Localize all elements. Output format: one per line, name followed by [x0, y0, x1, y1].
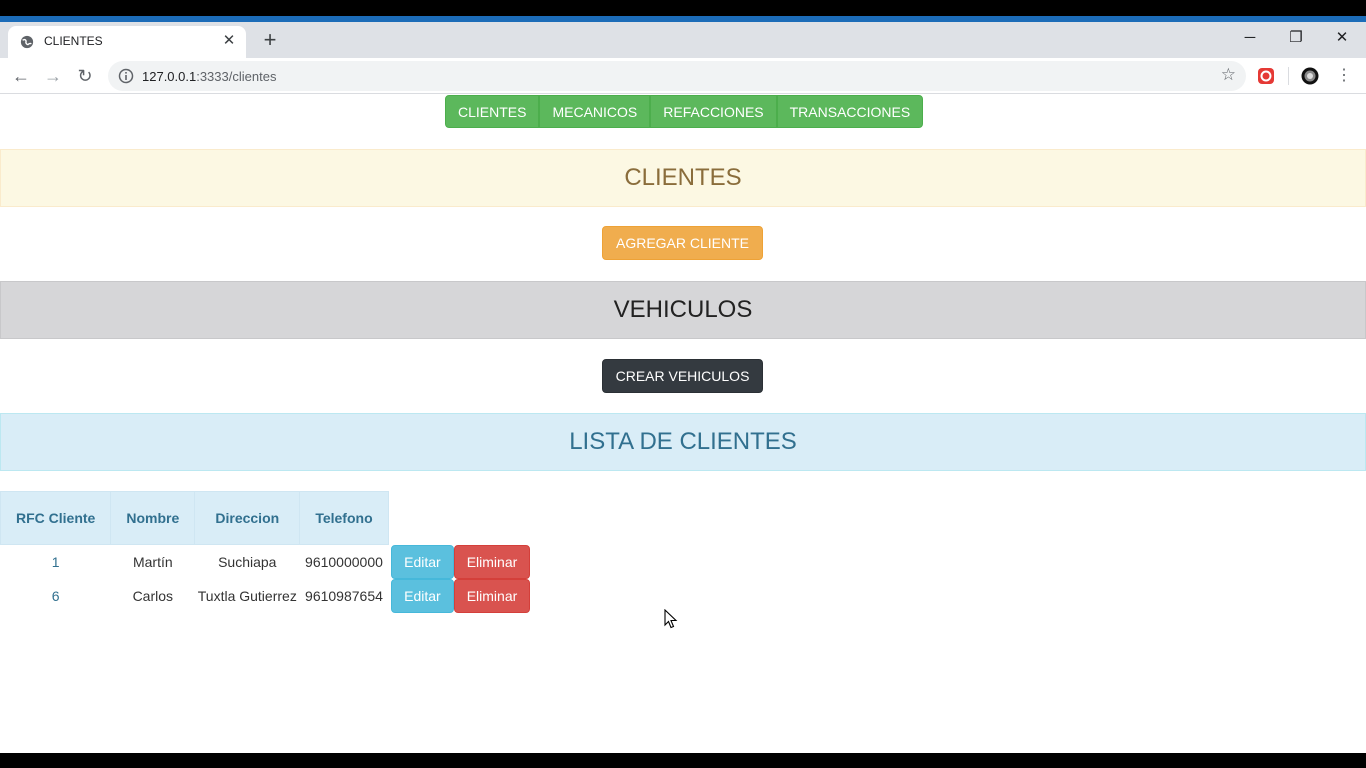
info-icon[interactable] [118, 68, 134, 84]
nav-mecanicos-button[interactable]: MECANICOS [539, 95, 651, 128]
close-window-icon[interactable]: ✕ [1322, 26, 1362, 50]
url-host: 127.0.0.1 [142, 69, 197, 84]
clients-table: RFC Cliente Nombre Direccion Telefono 1 … [0, 491, 534, 613]
create-vehicles-button[interactable]: CREAR VEHICULOS [602, 359, 763, 393]
column-header-direccion: Direccion [194, 491, 301, 545]
extension-icon[interactable] [1257, 67, 1275, 85]
toolbar-divider [1288, 67, 1289, 85]
mouse-cursor-icon [664, 609, 678, 629]
column-header-actions [388, 491, 534, 545]
cell-nombre: Carlos [132, 588, 174, 604]
column-header-nombre: Nombre [110, 491, 196, 545]
browser-tab[interactable]: CLIENTES ✕ [8, 26, 246, 58]
cell-direccion: Tuxtla Gutierrez [197, 588, 297, 604]
nav-refacciones-button[interactable]: REFACCIONES [650, 95, 777, 128]
nav-clientes-button[interactable]: CLIENTES [445, 95, 540, 128]
url-text: 127.0.0.1:3333/clientes [142, 69, 276, 84]
back-arrow-icon[interactable]: ← [9, 64, 33, 88]
address-bar[interactable]: 127.0.0.1:3333/clientes ☆ [108, 61, 1246, 91]
cell-rfc: 6 [51, 588, 60, 604]
column-header-rfc: RFC Cliente [0, 491, 112, 545]
globe-icon [20, 35, 34, 49]
delete-button[interactable]: Eliminar [453, 544, 531, 579]
new-tab-icon[interactable]: + [258, 28, 282, 52]
cell-actions: Editar Eliminar [388, 579, 533, 613]
restore-icon[interactable]: ❐ [1276, 26, 1316, 50]
table-row: 6 Carlos Tuxtla Gutierrez 9610987654 Edi… [1, 579, 534, 613]
clientes-heading: CLIENTES [0, 149, 1366, 207]
cell-telefono: 9610987654 [305, 588, 383, 604]
close-tab-icon[interactable]: ✕ [220, 32, 238, 50]
edit-button[interactable]: Editar [391, 579, 454, 613]
cell-actions: Editar Eliminar [388, 544, 533, 580]
cell-rfc: 1 [51, 554, 60, 570]
screen-top-border [0, 0, 1366, 16]
cell-telefono: 9610000000 [305, 554, 383, 570]
page-content: CLIENTES MECANICOS REFACCIONES TRANSACCI… [0, 94, 1366, 753]
table-row: 1 Martín Suchiapa 9610000000 Editar Elimi… [1, 544, 534, 580]
screen-bottom-border [0, 753, 1366, 768]
delete-button[interactable]: Eliminar [453, 579, 531, 613]
main-nav-group: CLIENTES MECANICOS REFACCIONES TRANSACCI… [445, 95, 924, 128]
edit-button[interactable]: Editar [391, 544, 454, 579]
client-list-heading: LISTA DE CLIENTES [0, 413, 1366, 471]
reload-icon[interactable]: ↻ [73, 64, 97, 88]
vehiculos-heading: VEHICULOS [0, 281, 1366, 339]
bookmark-star-icon[interactable]: ☆ [1221, 65, 1236, 85]
browser-toolbar: ← → ↻ 127.0.0.1:3333/clientes ☆ ⋮ [0, 58, 1366, 94]
nav-transacciones-button[interactable]: TRANSACCIONES [776, 95, 924, 128]
tab-title: CLIENTES [44, 34, 103, 48]
table-header-row: RFC Cliente Nombre Direccion Telefono [0, 491, 534, 545]
cell-direccion: Suchiapa [218, 554, 277, 570]
column-header-telefono: Telefono [299, 491, 389, 545]
add-client-button[interactable]: AGREGAR CLIENTE [602, 226, 763, 260]
forward-arrow-icon[interactable]: → [41, 64, 65, 88]
url-path: :3333/clientes [196, 69, 277, 84]
menu-kebab-icon[interactable]: ⋮ [1332, 64, 1356, 88]
cell-nombre: Martín [132, 554, 173, 570]
minimize-icon[interactable]: ─ [1230, 26, 1270, 50]
browser-tab-strip: CLIENTES ✕ + ─ ❐ ✕ [0, 22, 1366, 58]
profile-avatar-icon[interactable] [1301, 67, 1319, 85]
